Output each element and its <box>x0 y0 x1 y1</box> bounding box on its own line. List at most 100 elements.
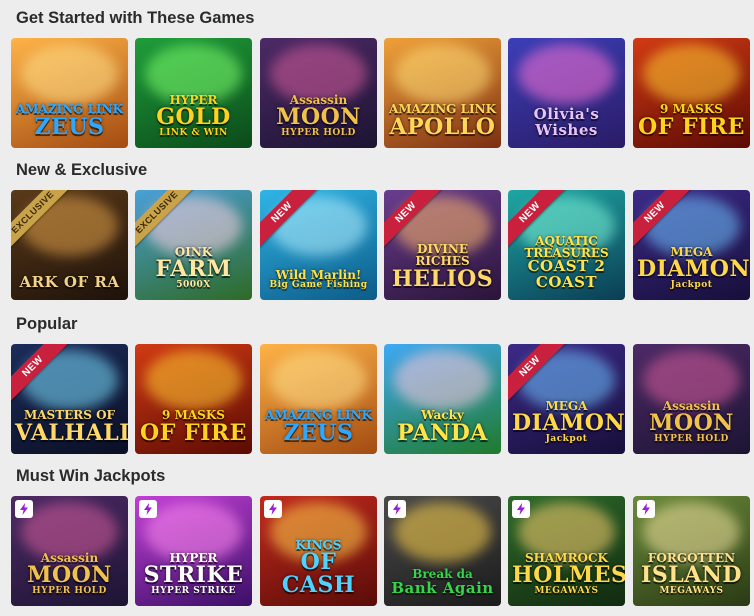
game-logo: Wild Marlin! Big Game Fishing <box>264 267 373 290</box>
game-logo-text: DIAMONDS <box>637 256 750 283</box>
game-logo: ARK OF RA <box>15 272 124 291</box>
game-tile[interactable]: MEGADIAMONDSJackpotNEW <box>508 344 625 454</box>
game-logo: DIVINE RICHES HELIOS <box>388 243 497 290</box>
section-title: Get Started with These Games <box>16 9 255 27</box>
game-logo-text: Jackpot <box>545 433 588 444</box>
game-logo: Assassin MOON HYPER HOLD <box>264 94 373 138</box>
game-logo: 9 MASKS OF FIRE <box>139 409 248 444</box>
game-tile[interactable]: 9 MASKS OF FIRE <box>135 344 252 454</box>
game-logo-text: OF FIRE <box>638 113 745 140</box>
game-logo-text: 5000X <box>176 279 211 290</box>
game-logo: AMAZING LINK ZEUS <box>15 103 124 138</box>
lightning-bolt-icon <box>637 500 655 518</box>
game-logo-text: APOLLO <box>389 113 496 140</box>
game-logo: AMAZING LINK ZEUS <box>264 409 373 444</box>
artwork-glow <box>394 44 491 104</box>
game-logo: HYPER STRIKE HYPER STRIKE <box>139 552 248 596</box>
game-section: Must Win Jackpots Assassin MOON HYPER HOLD H… <box>0 458 754 610</box>
game-logo: Assassin MOON HYPER HOLD <box>637 400 746 444</box>
game-logo: Wacky PANDA <box>388 409 497 444</box>
game-tile[interactable]: Olivia's Wishes <box>508 38 625 148</box>
lightning-bolt-icon <box>264 500 282 518</box>
game-tile[interactable]: DIVINE RICHES HELIOS NEW <box>384 190 501 300</box>
game-tile[interactable]: Break da Bank Again <box>384 496 501 606</box>
game-tile[interactable]: AMAZING LINK ZEUS <box>11 38 128 148</box>
artwork-glow <box>394 350 491 410</box>
game-logo-text: HOLMES <box>512 562 625 589</box>
game-tile[interactable]: Assassin MOON HYPER HOLD <box>260 38 377 148</box>
artwork-glow <box>21 44 118 104</box>
game-tile[interactable]: AMAZING LINK ZEUS <box>260 344 377 454</box>
game-logo-text: GOLD <box>156 104 231 131</box>
lightning-bolt-icon <box>139 500 157 518</box>
artwork-glow <box>643 44 740 104</box>
artwork-glow <box>518 44 615 104</box>
section-title: Popular <box>16 315 78 333</box>
game-tile[interactable]: Assassin MOON HYPER HOLD <box>633 344 750 454</box>
game-tile[interactable]: Wacky PANDA <box>384 344 501 454</box>
game-logo-text: Wild Marlin! <box>275 267 362 282</box>
game-section: Get Started with These Games AMAZING LINK… <box>0 0 754 152</box>
game-tile[interactable]: 9 MASKS OF FIRE <box>633 38 750 148</box>
game-section: New & Exclusive ARK OF RA EXCLUSIVE OINK FAR… <box>0 152 754 304</box>
game-logo-text: Jackpot <box>670 279 713 290</box>
game-tile[interactable]: KINGS OF CASH <box>260 496 377 606</box>
game-tile[interactable]: SHAMROCK HOLMES MEGAWAYS <box>508 496 625 606</box>
artwork-glow <box>145 350 242 410</box>
game-logo: MASTERS OFVALHALLA <box>15 409 128 446</box>
game-section: Popular MASTERS OFVALHALLANEW 9 MASKSOF FI… <box>0 306 754 458</box>
game-logo: HYPER GOLD LINK & WIN <box>139 94 248 138</box>
game-logo-text: MOON <box>649 410 734 437</box>
game-logo: 9 MASKS OF FIRE <box>637 103 746 138</box>
game-logo-text: ARK OF RA <box>19 272 120 291</box>
game-logo-text: Big Game Fishing <box>269 279 368 290</box>
game-logo-text: MEGAWAYS <box>659 585 724 596</box>
game-logo-text: HYPER HOLD <box>281 127 356 138</box>
section-title: New & Exclusive <box>16 161 148 179</box>
game-logo-text: FARM <box>155 256 232 283</box>
game-tile[interactable]: FORGOTTEN ISLAND MEGAWAYS <box>633 496 750 606</box>
game-logo: AQUATIC TREASURES COAST 2 COAST <box>512 235 621 290</box>
game-logo: Olivia's Wishes <box>512 107 621 138</box>
lightning-bolt-icon <box>15 500 33 518</box>
game-logo: MEGADIAMONDSJackpot <box>512 400 625 444</box>
game-logo-text: DIVINE RICHES <box>415 242 470 269</box>
game-logo-text: MOON <box>27 562 112 589</box>
game-logo: KINGS OF CASH <box>264 539 373 596</box>
game-logo: FORGOTTEN ISLAND MEGAWAYS <box>637 552 746 596</box>
game-logo: OINK FARM 5000X <box>139 246 248 290</box>
game-tile[interactable]: AQUATIC TREASURES COAST 2 COAST NEW <box>508 190 625 300</box>
game-tile[interactable]: MASTERS OFVALHALLANEW <box>11 344 128 454</box>
artwork-glow <box>270 350 367 410</box>
game-logo-text: HYPER HOLD <box>32 585 107 596</box>
game-logo-text: OF FIRE <box>140 419 247 446</box>
game-logo-text: Olivia's Wishes <box>533 105 600 139</box>
game-logo: SHAMROCK HOLMES MEGAWAYS <box>512 552 625 596</box>
game-logo-text: HYPER HOLD <box>654 433 729 444</box>
game-logo: MEGADIAMONDSJackpot <box>637 246 750 290</box>
lightning-bolt-icon <box>512 500 530 518</box>
game-logo-text: COAST 2 COAST <box>527 257 606 291</box>
game-tile[interactable]: ARK OF RA EXCLUSIVE <box>11 190 128 300</box>
game-logo-text: HELIOS <box>391 265 494 292</box>
game-tile[interactable]: OINK FARM 5000X EXCLUSIVE <box>135 190 252 300</box>
game-logo-text: ZEUS <box>283 419 354 446</box>
game-tile[interactable]: Wild Marlin! Big Game Fishing NEW <box>260 190 377 300</box>
game-logo-text: Bank Again <box>391 578 494 597</box>
game-logo-text: OF CASH <box>281 549 356 598</box>
game-logo-text: AQUATIC TREASURES <box>524 233 609 261</box>
game-tile[interactable]: Assassin MOON HYPER HOLD <box>11 496 128 606</box>
game-logo-text: STRIKE <box>143 562 244 589</box>
artwork-glow <box>394 502 491 562</box>
game-tile[interactable]: HYPER STRIKE HYPER STRIKE <box>135 496 252 606</box>
game-logo: AMAZING LINK APOLLO <box>388 103 497 138</box>
game-logo-text: VALHALLA <box>15 419 128 446</box>
game-logo: Assassin MOON HYPER HOLD <box>15 552 124 596</box>
game-logo-text: LINK & WIN <box>159 127 228 138</box>
lightning-bolt-icon <box>388 500 406 518</box>
game-tile[interactable]: MEGADIAMONDSJackpotNEW <box>633 190 750 300</box>
game-tile[interactable]: HYPER GOLD LINK & WIN <box>135 38 252 148</box>
game-logo-text: HYPER STRIKE <box>151 585 236 596</box>
game-tile[interactable]: AMAZING LINK APOLLO <box>384 38 501 148</box>
game-logo-text: MOON <box>276 104 361 131</box>
